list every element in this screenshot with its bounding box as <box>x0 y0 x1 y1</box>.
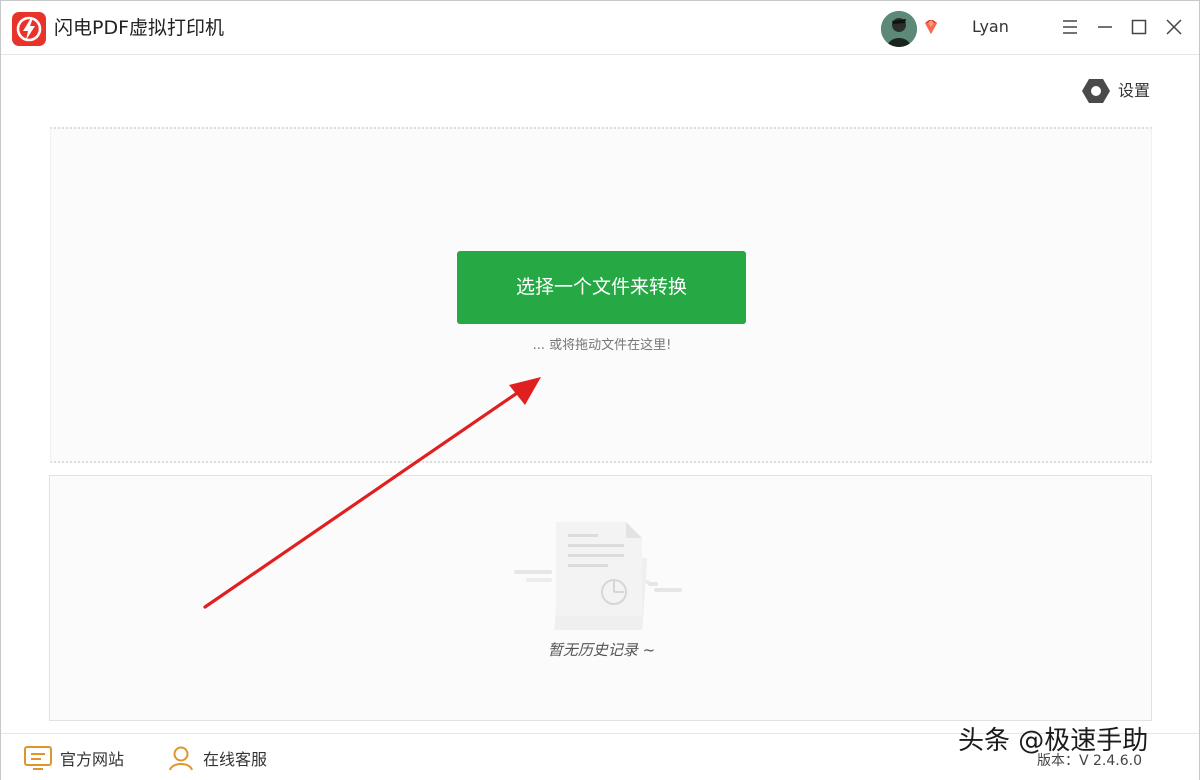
empty-document-icon <box>514 520 684 666</box>
menu-icon[interactable] <box>1059 16 1081 38</box>
app-title: 闪电PDF虚拟打印机 <box>54 17 225 39</box>
app-window: 闪电PDF虚拟打印机 Lyan 设置 选择一个文件来转换 ... 或将拖动文件在… <box>0 0 1200 780</box>
vip-diamond-icon <box>921 17 941 37</box>
settings-label: 设置 <box>1118 81 1151 100</box>
maximize-icon[interactable] <box>1128 16 1150 38</box>
user-avatar[interactable] <box>881 11 917 47</box>
drop-hint: ... 或将拖动文件在这里! <box>532 338 672 353</box>
support-agent-icon <box>169 746 193 771</box>
file-drop-zone[interactable]: 选择一个文件来转换 ... 或将拖动文件在这里! <box>50 127 1152 463</box>
monitor-icon <box>24 746 52 770</box>
close-icon[interactable] <box>1163 16 1185 38</box>
minimize-icon[interactable] <box>1094 16 1116 38</box>
title-bar: 闪电PDF虚拟打印机 Lyan <box>1 1 1199 55</box>
username[interactable]: Lyan <box>972 16 1009 38</box>
select-file-button[interactable]: 选择一个文件来转换 <box>457 251 746 324</box>
history-panel: 暂无历史记录 ~ <box>49 475 1152 721</box>
watermark: 头条 @极速手助 <box>958 726 1149 756</box>
app-logo-icon <box>12 12 46 46</box>
official-website-label: 官方网站 <box>60 750 125 769</box>
empty-history-text: 暂无历史记录 ~ <box>547 641 656 659</box>
online-support-label: 在线客服 <box>203 750 268 769</box>
